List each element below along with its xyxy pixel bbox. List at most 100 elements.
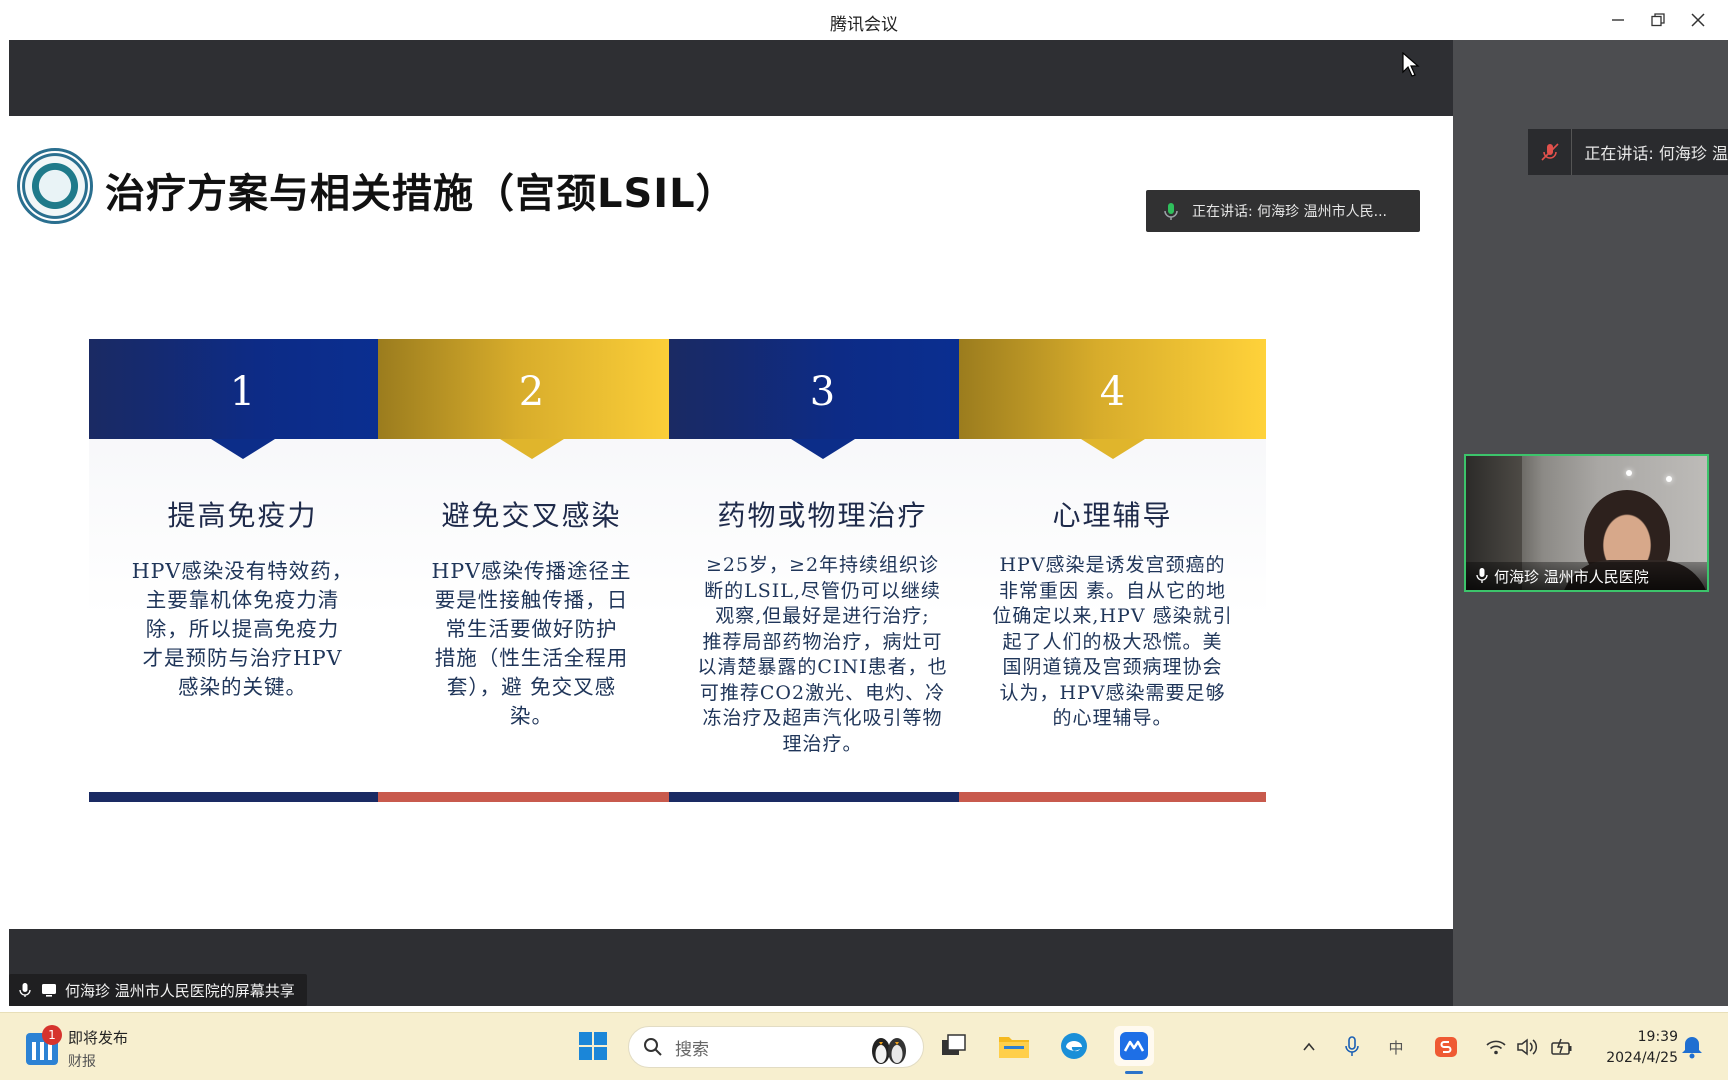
card-number: 3 xyxy=(809,369,836,415)
card-line: 非常重因 素。自从它的地 xyxy=(998,579,1227,602)
card-line: 除，所以提高免疫力 xyxy=(145,617,340,641)
card-bottom-bar xyxy=(669,792,976,802)
volume-button[interactable] xyxy=(1514,1033,1542,1061)
tencent-meeting-taskbar-button[interactable] xyxy=(1114,1026,1154,1066)
card-line: 位确定以来,HPV 感染就引 xyxy=(992,605,1233,627)
card-line: 理治疗。 xyxy=(782,732,863,755)
card-line: 国阴道镜及宫颈病理协会 xyxy=(1002,656,1223,678)
mouse-cursor-icon xyxy=(1402,52,1420,77)
card-line: 冻治疗及超声汽化吸引等物 xyxy=(702,707,943,729)
mic-icon xyxy=(1476,568,1488,583)
card-line: ≥25岁，≥2年持续组织诊 xyxy=(705,554,940,576)
screen-share-label: 何海珍 温州市人民医院的屏幕共享 xyxy=(9,974,307,1006)
card-line: HPV感染是诱发宫颈癌的 xyxy=(999,554,1226,576)
participant-name-bar: 何海珍 温州市人民医院 xyxy=(1466,562,1707,590)
card-line: 要是性接触传播，日 xyxy=(434,588,629,612)
card-heading: 提高免疫力 xyxy=(167,499,318,532)
speaking-bar[interactable]: 正在讲话: 何海珍 温 xyxy=(1528,129,1728,175)
close-button[interactable] xyxy=(1684,8,1712,32)
task-view-icon xyxy=(942,1034,966,1055)
edge-browser-button[interactable] xyxy=(1054,1026,1094,1066)
minimize-icon xyxy=(1612,19,1624,21)
share-label-text: 何海珍 温州市人民医院的屏幕共享 xyxy=(65,981,295,1000)
taskbar: 1 即将发布 财报 搜索 中 19:39 2024/4/25 xyxy=(0,1012,1728,1080)
card-line: 的心理辅导。 xyxy=(1052,707,1173,729)
search-icon xyxy=(644,1038,662,1056)
file-explorer-button[interactable] xyxy=(994,1026,1034,1066)
clock-time: 19:39 xyxy=(1637,1029,1678,1045)
microphone-tray-button[interactable] xyxy=(1338,1033,1366,1061)
notification-badge: 1 xyxy=(42,1025,62,1045)
card-line: 常生活要做好防护 xyxy=(445,617,618,641)
card-body: HPV感染是诱发宫颈癌的 非常重因 素。自从它的地 位确定以来,HPV 感染就引… xyxy=(983,553,1242,732)
card-counseling: 4 心理辅导 HPV感染是诱发宫颈癌的 非常重因 素。自从它的地 位确定以来,H… xyxy=(959,339,1266,802)
card-line: 措施（性生活全程用 xyxy=(434,646,629,670)
penguin-illustration-icon xyxy=(872,1038,906,1064)
card-notch xyxy=(499,439,564,459)
close-icon xyxy=(1691,13,1705,27)
battery-button[interactable] xyxy=(1548,1033,1576,1061)
news-widget[interactable]: 1 即将发布 财报 xyxy=(26,1025,128,1071)
restore-button[interactable] xyxy=(1644,8,1672,32)
participant-video-tile[interactable]: 何海珍 温州市人民医院 xyxy=(1464,454,1709,592)
card-bottom-bar xyxy=(959,792,1266,802)
notification-bell-icon[interactable] xyxy=(1678,1033,1706,1061)
input-method-button[interactable]: 中 xyxy=(1382,1033,1410,1061)
card-treatment: 3 药物或物理治疗 ≥25岁，≥2年持续组织诊 断的LSIL,尽管仍可以继续 观… xyxy=(669,339,976,802)
volume-icon xyxy=(1517,1038,1538,1056)
card-line: 观察,但最好是进行治疗; xyxy=(715,605,930,627)
presentation-slide: 治疗方案与相关措施（宫颈LSIL） 正在讲话: 何海珍 温州市人民... 1 提… xyxy=(9,116,1453,929)
ceiling-light xyxy=(1626,470,1632,476)
edge-browser-icon xyxy=(1061,1033,1087,1059)
taskbar-clock[interactable]: 19:39 2024/4/25 xyxy=(1590,1027,1678,1069)
card-line: 断的LSIL,尽管仍可以继续 xyxy=(704,579,941,602)
card-number: 4 xyxy=(1099,369,1126,415)
start-button[interactable] xyxy=(573,1026,613,1066)
mic-icon xyxy=(1164,203,1178,220)
speaking-bar-text: 正在讲话: 何海珍 温 xyxy=(1584,144,1728,163)
clock-date: 2024/4/25 xyxy=(1606,1050,1678,1066)
tencent-meeting-icon xyxy=(1120,1032,1148,1060)
search-placeholder: 搜索 xyxy=(675,1039,709,1060)
window-title: 腾讯会议 xyxy=(830,15,898,35)
card-number: 1 xyxy=(229,369,256,415)
card-body: HPV感染没有特效药， 主要靠机体免疫力清 除，所以提高免疫力 才是预防与治疗H… xyxy=(113,557,372,702)
card-heading: 避免交叉感染 xyxy=(441,499,622,532)
minimize-button[interactable] xyxy=(1604,8,1632,32)
card-line: 可推荐CO2激光、电灼、冷 xyxy=(699,681,946,704)
slide-title: 治疗方案与相关措施（宫颈LSIL） xyxy=(105,171,737,217)
wifi-icon xyxy=(1486,1040,1506,1055)
show-hidden-icons-button[interactable] xyxy=(1295,1033,1323,1061)
ime-label: 中 xyxy=(1388,1038,1404,1057)
card-notch xyxy=(790,439,855,459)
speaking-text: 正在讲话: 何海珍 温州市人民... xyxy=(1192,204,1387,220)
taskbar-search[interactable]: 搜索 xyxy=(628,1026,924,1068)
news-icon: 1 xyxy=(26,1025,62,1065)
card-notch xyxy=(1080,439,1145,459)
card-heading: 心理辅导 xyxy=(1052,499,1173,532)
microphone-icon xyxy=(1345,1036,1359,1056)
mic-muted-icon xyxy=(1528,129,1573,175)
card-line: 认为，HPV感染需要足够 xyxy=(999,681,1226,704)
card-line: 起了人们的极大恐慌。美 xyxy=(1002,630,1223,653)
sogou-ime-button[interactable] xyxy=(1432,1033,1460,1061)
card-body: HPV感染传播途径主 要是性接触传播，日 常生活要做好防护 措施（性生活全程用 … xyxy=(402,557,661,731)
card-line: 染。 xyxy=(510,704,553,728)
card-bottom-bar xyxy=(378,792,685,802)
windows-icon xyxy=(579,1032,607,1060)
wifi-button[interactable] xyxy=(1482,1033,1510,1061)
folder-icon xyxy=(999,1037,1029,1058)
task-view-button[interactable] xyxy=(934,1026,974,1066)
card-line: 以清楚暴露的CINI患者，也 xyxy=(697,656,948,678)
card-bottom-bar xyxy=(89,792,396,802)
mic-icon xyxy=(19,983,31,997)
card-body: ≥25岁，≥2年持续组织诊 断的LSIL,尽管仍可以继续 观察,但最好是进行治疗… xyxy=(693,553,952,757)
card-line: HPV感染传播途径主 xyxy=(431,559,632,583)
card-line: 套），避 免交叉感 xyxy=(446,675,617,699)
sogou-icon xyxy=(1435,1037,1457,1057)
card-line: HPV感染没有特效药， xyxy=(131,559,354,583)
app-window: 腾讯会议 治疗方案与相关措施（宫颈LSIL） 正在讲话: 何海珍 温州市人民..… xyxy=(0,0,1728,1080)
card-notch xyxy=(210,439,275,459)
active-app-indicator xyxy=(1125,1071,1143,1074)
battery-charging-icon xyxy=(1551,1038,1572,1055)
